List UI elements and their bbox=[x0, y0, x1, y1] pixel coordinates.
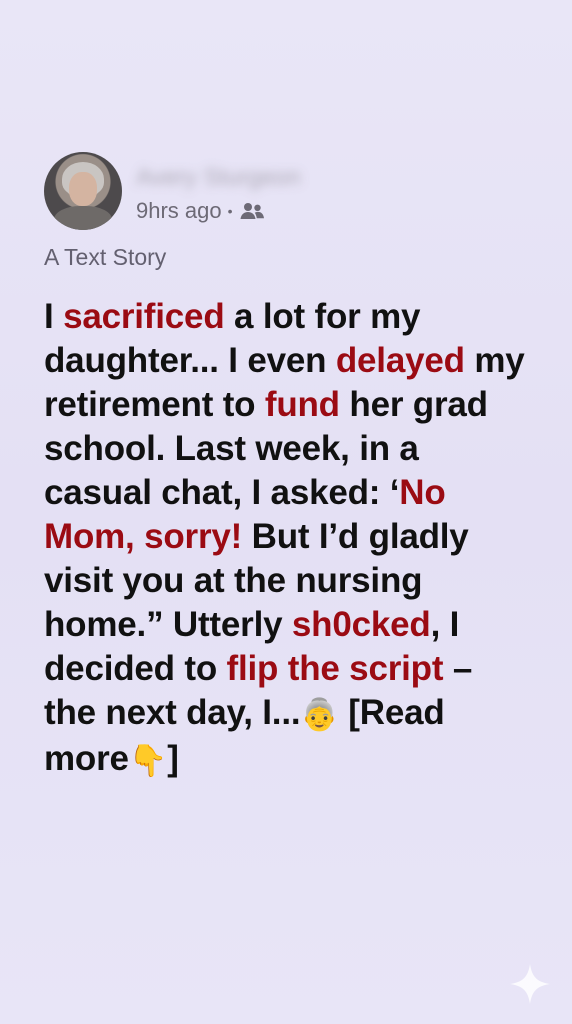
author-name[interactable]: Avery Sturgeon bbox=[136, 164, 336, 192]
highlight-word-fund: fund bbox=[264, 385, 340, 424]
timestamp[interactable]: 9hrs ago bbox=[136, 198, 222, 224]
highlight-phrase-flip-the-script: flip the script bbox=[226, 649, 444, 688]
meta-separator: • bbox=[227, 203, 233, 219]
avatar[interactable] bbox=[44, 152, 122, 230]
older-woman-emoji-icon: 👵 bbox=[300, 697, 339, 733]
post-card: Avery Sturgeon 9hrs ago • A Text Story I… bbox=[0, 0, 572, 1024]
post-meta: 9hrs ago • bbox=[136, 198, 265, 224]
backhand-index-pointing-down-icon: 👇 bbox=[128, 743, 168, 779]
avatar-face bbox=[69, 172, 97, 206]
story-subtitle: A Text Story bbox=[44, 244, 167, 270]
story-text[interactable]: I sacrificed a lot for my daughter... I … bbox=[44, 295, 529, 783]
post-header: Avery Sturgeon 9hrs ago • bbox=[44, 152, 524, 232]
avatar-body bbox=[54, 206, 112, 230]
highlight-word-shocked: sh0cked bbox=[291, 605, 431, 644]
story-text-part: I bbox=[44, 297, 64, 336]
sparkle-icon bbox=[510, 964, 550, 1004]
read-more-closing-bracket: ] bbox=[167, 739, 179, 778]
highlight-word-delayed: delayed bbox=[335, 341, 465, 380]
people-icon bbox=[240, 203, 264, 219]
highlight-word-sacrificed: sacrificed bbox=[63, 297, 225, 336]
